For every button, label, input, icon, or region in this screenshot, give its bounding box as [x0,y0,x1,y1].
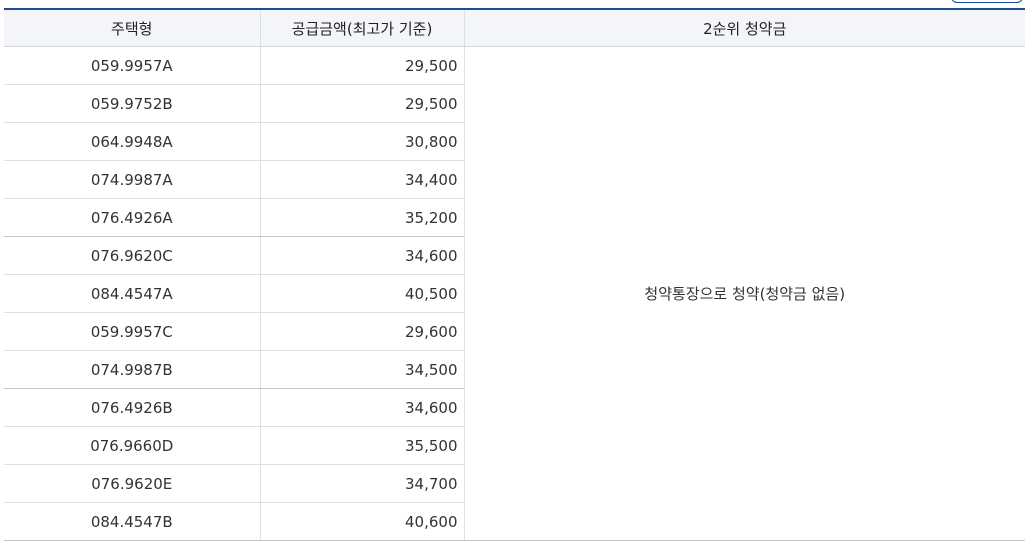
supply-price-cell: 35,200 [259,198,464,237]
supply-price-cell: 34,600 [259,236,464,275]
supply-price-cell: 40,500 [259,274,464,313]
header-supply-price: 공급금액(최고가 기준) [259,9,464,47]
supply-price-cell: 34,500 [259,350,464,389]
header-housing-type: 주택형 [4,9,260,47]
housing-type-cell: 076.9660D [4,426,260,465]
supply-price-cell: 34,700 [259,464,464,503]
housing-type-cell: 074.9987A [4,160,260,199]
housing-type-cell: 076.9620E [4,464,260,503]
supply-price-cell: 30,800 [259,122,464,161]
housing-type-cell: 064.9948A [4,122,260,161]
supply-price-cell: 34,600 [259,388,464,427]
supply-price-cell: 40,600 [259,502,464,541]
header-second-rank-deposit: 2순위 청약금 [463,9,1025,47]
housing-type-cell: 059.9752B [4,84,260,123]
housing-type-cell: 076.4926A [4,198,260,237]
unit-note-bracket [951,0,1023,3]
table-header-row: 주택형 공급금액(최고가 기준) 2순위 청약금 [4,9,1025,47]
housing-type-cell: 084.4547A [4,274,260,313]
supply-price-cell: 29,600 [259,312,464,351]
supply-price-cell: 29,500 [259,46,464,85]
housing-type-cell: 059.9957A [4,46,260,85]
housing-type-cell: 084.4547B [4,502,260,541]
supply-price-cell: 34,400 [259,160,464,199]
supply-price-cell: 35,500 [259,426,464,465]
supply-price-table: 주택형 공급금액(최고가 기준) 2순위 청약금 059.9957A 29,50… [4,8,1025,541]
housing-type-cell: 076.9620C [4,236,260,275]
supply-price-cell: 29,500 [259,84,464,123]
housing-type-cell: 074.9987B [4,350,260,389]
deposit-note-cell: 청약통장으로 청약(청약금 없음) [463,46,1025,541]
housing-type-cell: 076.4926B [4,388,260,427]
housing-type-cell: 059.9957C [4,312,260,351]
table-row: 059.9957A 29,500 청약통장으로 청약(청약금 없음) [4,46,1025,541]
